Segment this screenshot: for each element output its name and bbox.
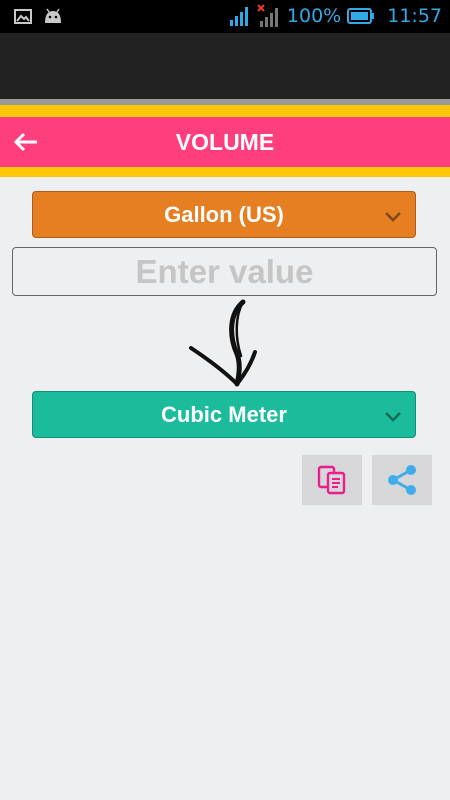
clock: 11:57 xyxy=(387,5,442,27)
signal-icon xyxy=(229,7,248,26)
to-unit-label: Cubic Meter xyxy=(161,401,287,427)
app-bar xyxy=(0,33,450,99)
from-unit-label: Gallon (US) xyxy=(164,201,284,227)
to-unit-select[interactable]: Cubic Meter xyxy=(32,391,416,438)
system-indicators: 100% 11:57 xyxy=(229,4,442,28)
share-icon xyxy=(388,465,416,495)
accent-strip-bottom xyxy=(0,167,450,177)
status-bar: 100% 11:57 xyxy=(0,0,450,33)
accent-strip-top xyxy=(0,105,450,117)
value-input[interactable] xyxy=(12,247,437,296)
from-unit-select[interactable]: Gallon (US) xyxy=(32,191,416,238)
page-title: VOLUME xyxy=(175,129,275,155)
battery-percent: 100% xyxy=(286,5,342,27)
share-button[interactable] xyxy=(372,455,432,505)
title-bar: VOLUME xyxy=(0,117,450,167)
battery-icon xyxy=(347,8,375,24)
arrow-down-icon xyxy=(189,299,257,387)
copy-button[interactable] xyxy=(302,455,362,505)
no-signal-icon xyxy=(257,4,278,27)
image-notification-icon xyxy=(14,8,32,24)
android-icon xyxy=(45,8,61,23)
notification-icons xyxy=(14,8,64,24)
chevron-down-icon xyxy=(385,412,401,422)
chevron-down-icon xyxy=(385,212,401,222)
copy-icon xyxy=(317,465,346,495)
